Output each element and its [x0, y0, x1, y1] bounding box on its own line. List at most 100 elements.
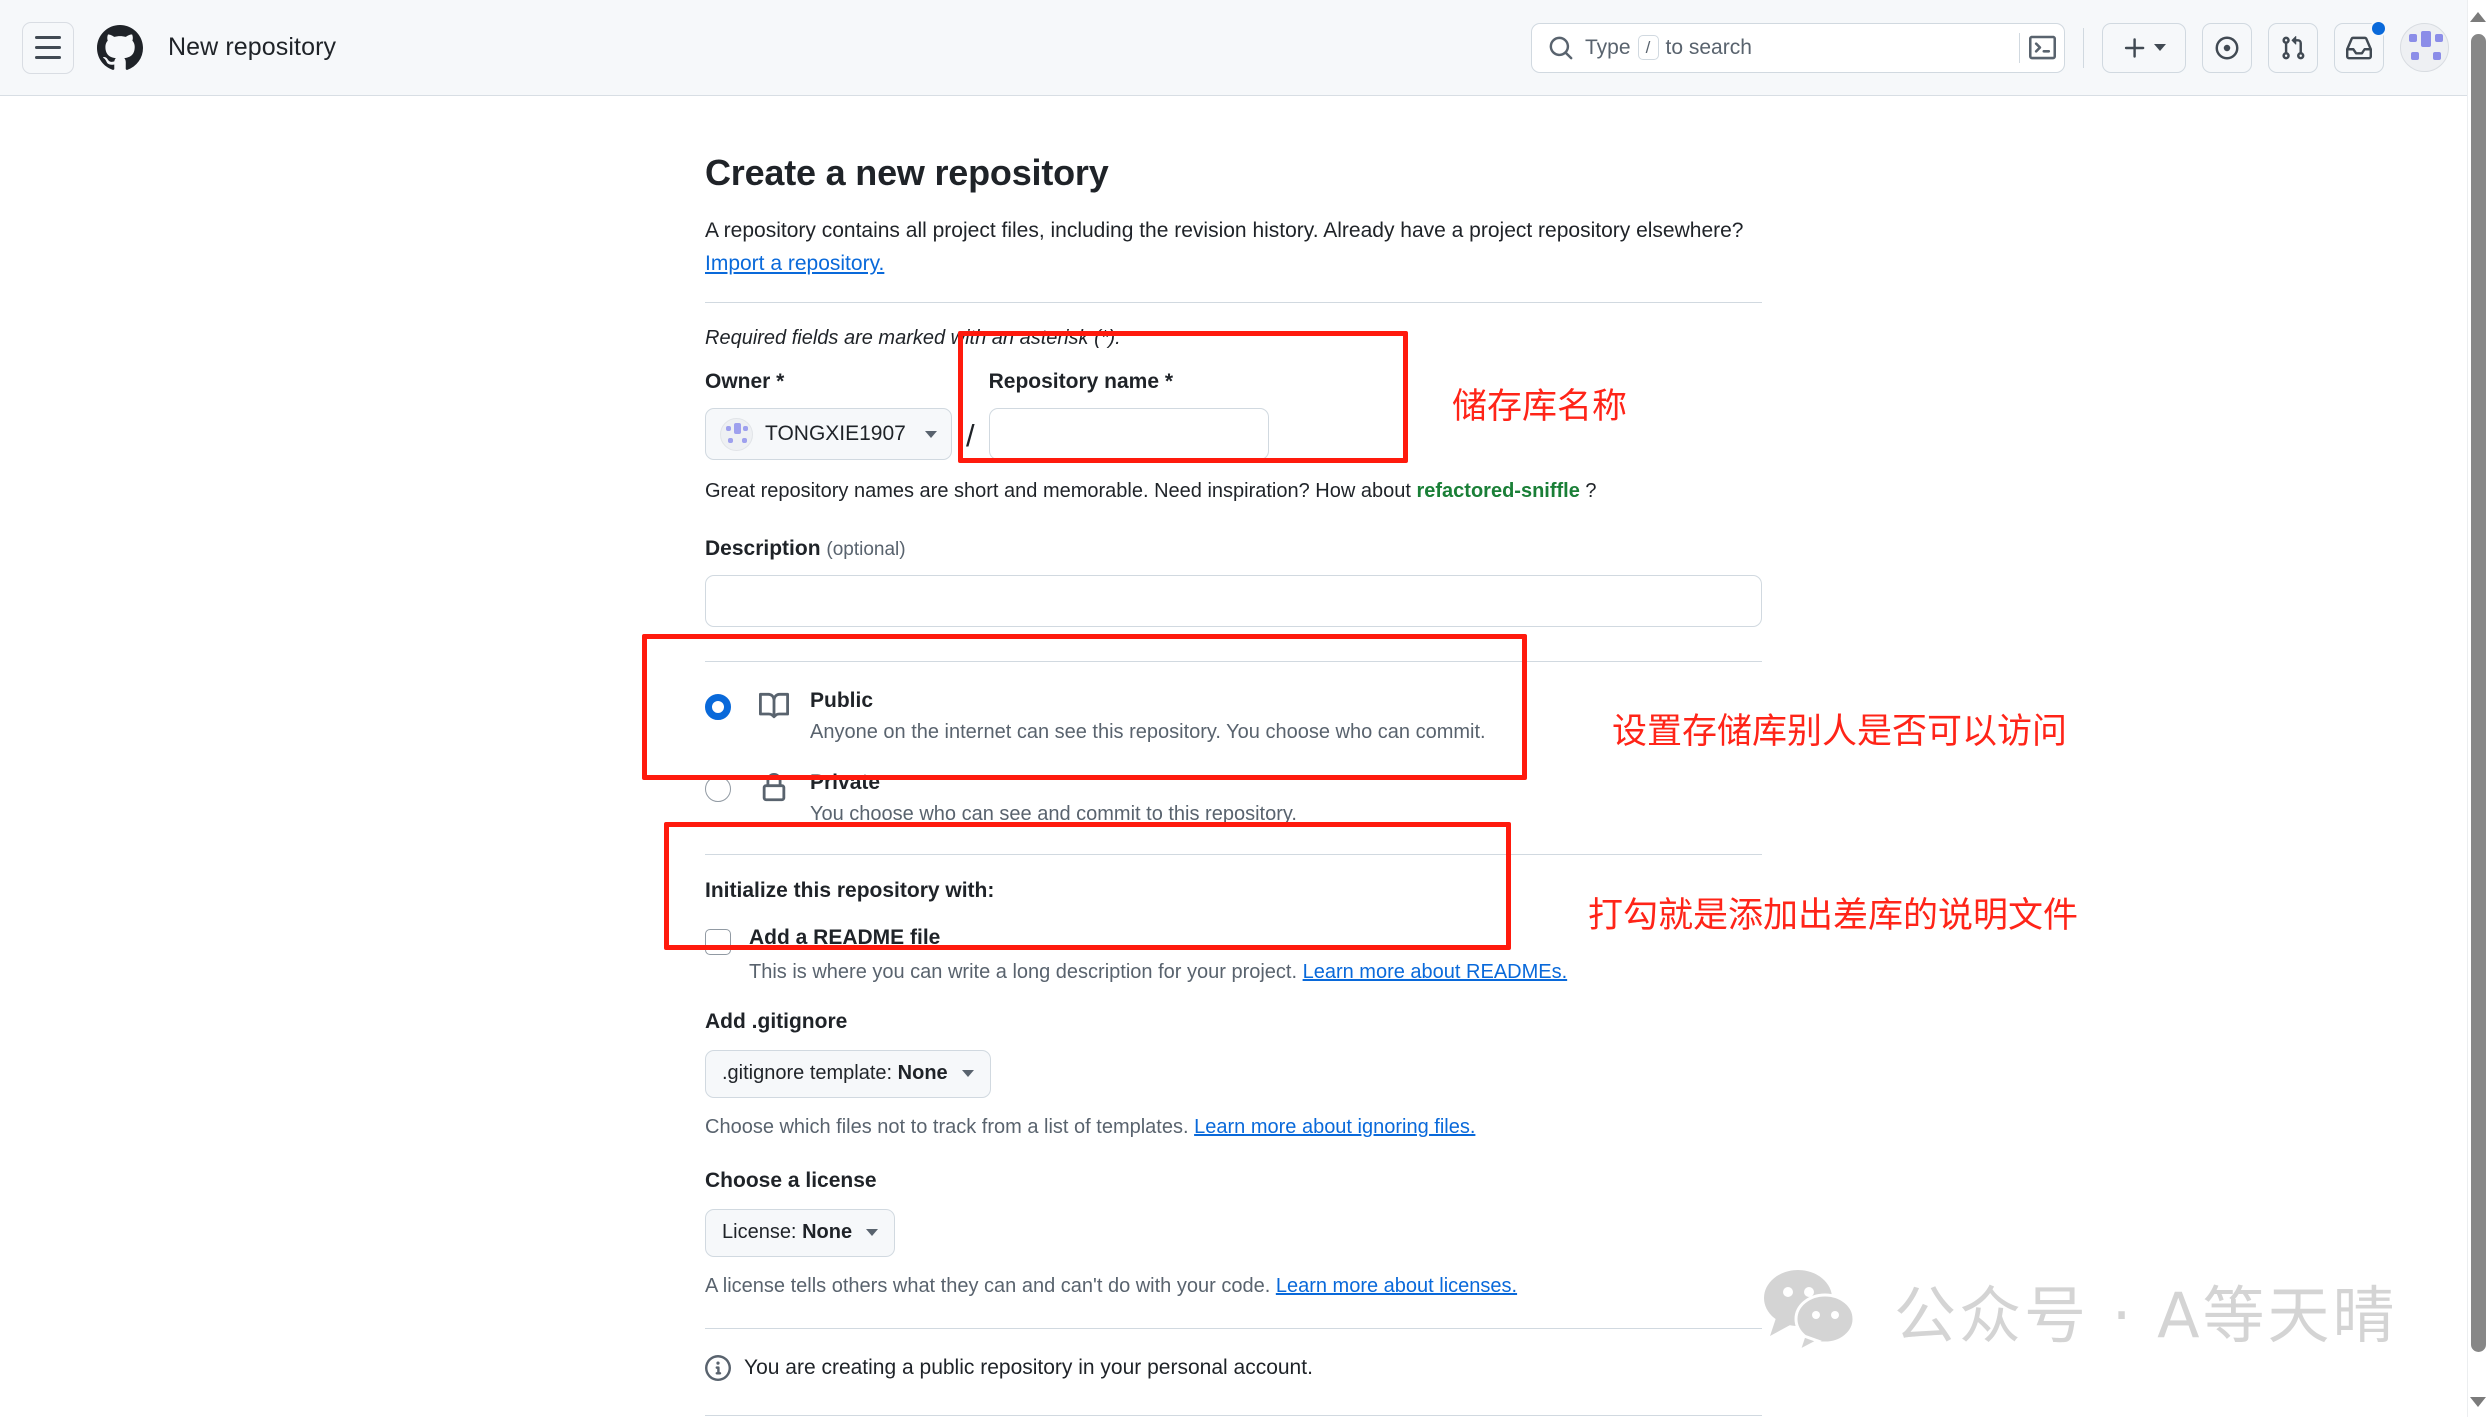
license-dropdown-prefix: License:: [722, 1221, 797, 1243]
book-icon: [754, 691, 794, 721]
hamburger-icon[interactable]: [22, 22, 74, 74]
repository-name-hint: Great repository names are short and mem…: [705, 480, 1762, 503]
avatar-block: [2411, 52, 2419, 60]
readme-learn-more-link[interactable]: Learn more about READMEs.: [1303, 961, 1568, 983]
annotation-label-readme: 打勾就是添加出差库的说明文件: [1588, 887, 2078, 938]
page-title: New repository: [168, 33, 336, 62]
radio-private[interactable]: [705, 776, 731, 802]
issues-button[interactable]: [2202, 23, 2252, 73]
header-actions: Type / to search: [1531, 23, 2467, 73]
license-note-text: A license tells others what they can and…: [705, 1275, 1270, 1297]
divider: [2019, 33, 2020, 63]
repository-name-hint-pre: Great repository names are short and mem…: [705, 480, 1411, 502]
slash-key-hint: /: [1638, 35, 1659, 60]
license-note: A license tells others what they can and…: [705, 1275, 1762, 1298]
issues-icon: [2214, 35, 2240, 61]
inbox-icon: [2346, 35, 2372, 61]
chevron-down-icon: [925, 431, 937, 438]
annotation-label-repo-name: 储存库名称: [1452, 378, 1627, 429]
owner-avatar: [720, 418, 753, 451]
search-placeholder-pre: Type: [1585, 36, 1631, 60]
avatar-block: [2435, 34, 2443, 42]
owner-field: Owner * TONGXIE1907: [705, 370, 952, 460]
chevron-down-icon: [962, 1070, 974, 1077]
chevron-down-icon: [2154, 44, 2166, 51]
gitignore-learn-more-link[interactable]: Learn more about ignoring files.: [1194, 1116, 1475, 1138]
watermark: 公众号 · A等天晴: [1752, 1262, 2398, 1358]
app-root: New repository Type / to search: [0, 0, 2488, 1417]
owner-select[interactable]: TONGXIE1907: [705, 408, 952, 460]
visibility-option-private[interactable]: Private You choose who can see and commi…: [705, 770, 1762, 826]
license-section-title: Choose a license: [705, 1169, 1762, 1193]
watermark-text: 公众号 · A等天晴: [1894, 1265, 2398, 1355]
readme-subtitle-text: This is where you can write a long descr…: [749, 961, 1297, 983]
create-new-button[interactable]: [2102, 23, 2186, 73]
visibility-private-title: Private: [810, 771, 880, 794]
header-divider: [2083, 28, 2084, 68]
visibility-public-subtitle: Anyone on the internet can see this repo…: [810, 721, 1486, 744]
search-input[interactable]: Type / to search: [1531, 23, 2065, 73]
description-label: Description (optional): [705, 537, 1762, 561]
description-field: Description (optional): [705, 537, 1762, 627]
form-title: Create a new repository: [705, 150, 1762, 195]
repository-name-suggestion[interactable]: refactored-sniffle: [1416, 480, 1579, 502]
gitignore-note: Choose which files not to track from a l…: [705, 1116, 1762, 1139]
visibility-option-public[interactable]: Public Anyone on the internet can see th…: [705, 688, 1762, 744]
gitignore-note-text: Choose which files not to track from a l…: [705, 1116, 1189, 1138]
repository-name-label: Repository name *: [989, 370, 1269, 394]
license-dropdown-label: License: None: [722, 1221, 852, 1244]
radio-public[interactable]: [705, 694, 731, 720]
annotation-label-visibility: 设置存储库别人是否可以访问: [1612, 703, 2067, 754]
inbox-button[interactable]: [2334, 23, 2384, 73]
license-learn-more-link[interactable]: Learn more about licenses.: [1276, 1275, 1517, 1297]
avatar-block: [726, 426, 731, 431]
avatar-block: [734, 423, 741, 434]
scroll-up-arrow[interactable]: [2470, 12, 2486, 22]
scroll-thumb[interactable]: [2471, 34, 2486, 1352]
search-placeholder-post: to search: [1666, 36, 1752, 60]
divider: [705, 1328, 1762, 1329]
import-repository-link[interactable]: Import a repository.: [705, 252, 884, 275]
description-label-text: Description: [705, 537, 821, 560]
owner-label: Owner *: [705, 370, 952, 394]
divider: [705, 302, 1762, 303]
owner-repo-separator: /: [966, 418, 975, 454]
search-placeholder: Type / to search: [1585, 35, 1752, 60]
gitignore-dropdown-value: None: [898, 1062, 948, 1084]
visibility-private-subtitle: You choose who can see and commit to thi…: [810, 803, 1297, 826]
avatar-block: [728, 438, 733, 443]
visibility-public-title: Public: [810, 689, 873, 712]
gitignore-template-dropdown[interactable]: .gitignore template: None: [705, 1050, 991, 1098]
search-icon: [1548, 35, 1574, 61]
pull-requests-button[interactable]: [2268, 23, 2318, 73]
chevron-down-icon: [866, 1229, 878, 1236]
readme-checkbox[interactable]: [705, 929, 731, 955]
info-banner-text: You are creating a public repository in …: [744, 1356, 1313, 1380]
scroll-down-arrow[interactable]: [2470, 1397, 2486, 1407]
repository-name-field: Repository name *: [989, 370, 1269, 460]
form-lead: A repository contains all project files,…: [705, 215, 1762, 280]
avatar-block: [2433, 52, 2441, 60]
gitignore-dropdown-prefix: .gitignore template:: [722, 1062, 892, 1084]
repository-name-hint-post: ?: [1585, 480, 1596, 502]
gitignore-section-title: Add .gitignore: [705, 1010, 1762, 1034]
readme-subtitle: This is where you can write a long descr…: [749, 961, 1567, 984]
form-lead-text: A repository contains all project files,…: [705, 219, 1743, 242]
avatar-block: [2409, 34, 2417, 42]
repository-name-input[interactable]: [989, 408, 1269, 460]
avatar[interactable]: [2400, 23, 2449, 72]
plus-icon: [2122, 35, 2148, 61]
lock-icon: [754, 773, 794, 803]
license-dropdown[interactable]: License: None: [705, 1209, 895, 1257]
github-logo-icon[interactable]: [94, 22, 146, 74]
notification-indicator: [2370, 20, 2387, 37]
vertical-scrollbar[interactable]: [2467, 0, 2488, 1417]
command-palette-group[interactable]: [2019, 33, 2056, 63]
global-header: New repository Type / to search: [0, 0, 2467, 96]
command-palette-icon[interactable]: [2029, 34, 2056, 61]
description-optional-text: (optional): [826, 539, 905, 560]
owner-value: TONGXIE1907: [765, 422, 906, 446]
description-input[interactable]: [705, 575, 1762, 627]
visibility-radio-group: Public Anyone on the internet can see th…: [705, 688, 1762, 826]
readme-title: Add a README file: [749, 926, 940, 949]
